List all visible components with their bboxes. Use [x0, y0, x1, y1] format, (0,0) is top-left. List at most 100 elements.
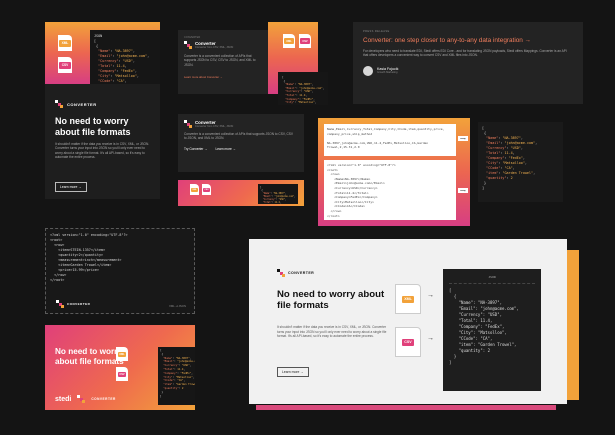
code-line: "Currency": "USD", [458, 312, 503, 317]
code-line: } [449, 354, 457, 359]
code-line: "CCode": "CA", [98, 79, 127, 83]
code-line: "Currency": "USD", [98, 59, 135, 63]
csv-file-icon: CSV [58, 57, 72, 73]
try-converter-link[interactable]: Try Converter → [184, 147, 207, 151]
csv-file-icon: CSV [299, 34, 311, 48]
code-line: <price>15.99</price> [50, 268, 99, 272]
banner-big: No need to worry about file formats sted… [45, 325, 195, 410]
code-line: "City": "Matsolloo", [486, 161, 527, 165]
press-title-link[interactable]: Converter: one step closer to any-to-any… [363, 37, 573, 44]
code-line: { [94, 44, 99, 48]
code-line: <quantity>2</quantity> [50, 253, 104, 257]
card-b-files: XML CSV [283, 34, 311, 48]
converter-logo-icon [77, 395, 86, 403]
code-line: "Company": "FedEx", [486, 156, 525, 160]
feature-brand-row: CONVERTER [277, 269, 314, 277]
arrow-right-icon: → [427, 335, 434, 342]
xml-code: <?xml version="1.0" encoding="UTF-8"?> <… [324, 160, 456, 220]
card-c-body: Converter is a convenient collection of … [184, 132, 294, 141]
card-b-label: CONVERTER [184, 36, 201, 39]
banner-json: [ { "Name": "NA-3897", "Email": "john@ac… [158, 347, 195, 405]
brand-row: CONVERTER [55, 100, 97, 108]
code-line: Name,Email,Currency,Total,Company,City,C… [327, 127, 445, 131]
code-line: [ [282, 76, 284, 79]
code-line: "Total": 11.4, [486, 151, 515, 155]
code-line: "CCode": "CA", [458, 336, 493, 341]
card-b-json: [ { "Name": "NA-3897", "Email": "john@ac… [278, 72, 328, 105]
banner-brand-name: CONVERTER [91, 397, 116, 401]
card-d-files: XML CSV [190, 184, 211, 195]
description: It shouldn't matter if the data you rece… [55, 142, 150, 160]
code-line: "CCode": "CA", [163, 379, 185, 383]
code-line: </root> [327, 213, 340, 218]
panel-json: [ { "Name": "NA-3897", "Email": "john@ac… [478, 122, 563, 202]
banner-brand-row: stedi CONVERTER [55, 395, 116, 403]
code-line: "quantity": 2 [486, 176, 513, 180]
code-line: <City>Matsolloo</City> [327, 199, 374, 204]
feature-learn-more-button[interactable]: Learn more → [277, 367, 309, 377]
feature-description: It shouldn't matter if the data you rece… [277, 325, 387, 339]
xml-file-icon: XML [58, 35, 72, 51]
code-line: company_price,ship_method [327, 131, 373, 136]
press-body: For developers who need to translate EDI… [363, 49, 567, 58]
code-line: [ [160, 349, 162, 352]
card-b-link[interactable]: Learn more about Converter → [184, 75, 262, 79]
code-line: "Currency": "USD", [486, 146, 523, 150]
code-line: <CCode>CA</CCode> [327, 204, 365, 209]
code-line: } [482, 181, 487, 185]
feature-json-code: [ { "Name": "NA-3897", "Email": "john@ac… [449, 288, 535, 366]
code-line: <Company>FedEx</Company> [327, 195, 378, 200]
xml-file-icon: XML [116, 347, 128, 361]
card-c-title-row: Converter Converter from CSV, XML, JSON [184, 120, 298, 128]
code-line: <Name>NA-3897</Name> [327, 176, 371, 181]
code-line: <item>STEIN-1357</item> [50, 248, 106, 252]
code-line: { [160, 352, 164, 356]
feature-csv-file-icon: CSV [395, 327, 421, 357]
arrow-xml-icon: ⟶ [458, 188, 468, 193]
feature-json-panel: JSON [ { "Name": "NA-3897", "Email": "jo… [443, 269, 541, 391]
press-card: PRESS RELEASE Converter: one step closer… [353, 22, 583, 104]
code-line: "Email": "john@acme.com", [486, 141, 538, 145]
feature-brand-name: CONVERTER [288, 271, 315, 275]
code-line: "Name": "NA-3897", [486, 136, 523, 140]
code-line: <Currency>USD</Currency> [327, 185, 378, 190]
xml-card: <?xml version="1.0" encoding="UTF-8"?> <… [45, 228, 195, 314]
code-line: <row> [50, 243, 65, 247]
feature-card: CONVERTER No need to worry about file fo… [249, 239, 567, 404]
card-c-links: Try Converter → Learn more → [184, 147, 298, 151]
code-line: "Total": 11.4, [285, 93, 307, 97]
code-line: "Name": "NA-3897", [285, 83, 314, 87]
feature-accent-right [565, 250, 579, 400]
code-line: "Currency": "USD", [163, 364, 192, 368]
converter-logo-icon [55, 100, 63, 108]
xml-card-code: <?xml version="1.0" encoding="UTF-8"?> <… [46, 229, 194, 287]
author-role: Growth Marketing [377, 71, 398, 75]
xml-card-brand-name: CONVERTER [67, 302, 91, 306]
code-line: "Total": 11.4, [458, 318, 493, 323]
code-line: <?xml version="1.0" encoding="UTF-8"?> [50, 233, 128, 237]
card-b: CONVERTER Converter Converter from CSV, … [178, 30, 268, 94]
code-line: { [449, 294, 457, 299]
code-line: "Email": "john@acme.com", [458, 306, 519, 311]
learn-more-button[interactable]: Learn more → [55, 182, 87, 192]
csv-file-icon: CSV [116, 367, 128, 381]
xml-card-brand: CONVERTER [56, 300, 90, 308]
xml-card-footer: XML ⇥ JSON [168, 304, 186, 308]
code-line: "Company": "FedEx", [98, 69, 137, 73]
arrow-right-icon: → [427, 292, 434, 299]
converter-logo-icon [184, 41, 192, 49]
feature-xml-file-icon: XML [395, 284, 421, 314]
learn-more-link[interactable]: Learn more → [215, 147, 235, 151]
code-line: "Total": 11.4, [163, 367, 185, 371]
heading: No need to worry about file formats [55, 116, 131, 137]
code-line: "Email": "john@acme.com", [98, 54, 150, 58]
json-label: JSON [94, 34, 103, 38]
code-line: <?xml version="1.0" encoding="UTF-8"?> [327, 163, 396, 167]
code-line: "item": "Garden Trowel", [458, 342, 517, 347]
xml-file-icon: XML [190, 184, 199, 195]
code-line: ] [449, 360, 452, 365]
code-line: </root> [50, 278, 65, 282]
code-line: "City": "Matsolloo", [285, 101, 317, 105]
code-line: { [482, 131, 487, 135]
card-c-subtitle: Converter from CSV, XML, JSON [195, 125, 234, 128]
